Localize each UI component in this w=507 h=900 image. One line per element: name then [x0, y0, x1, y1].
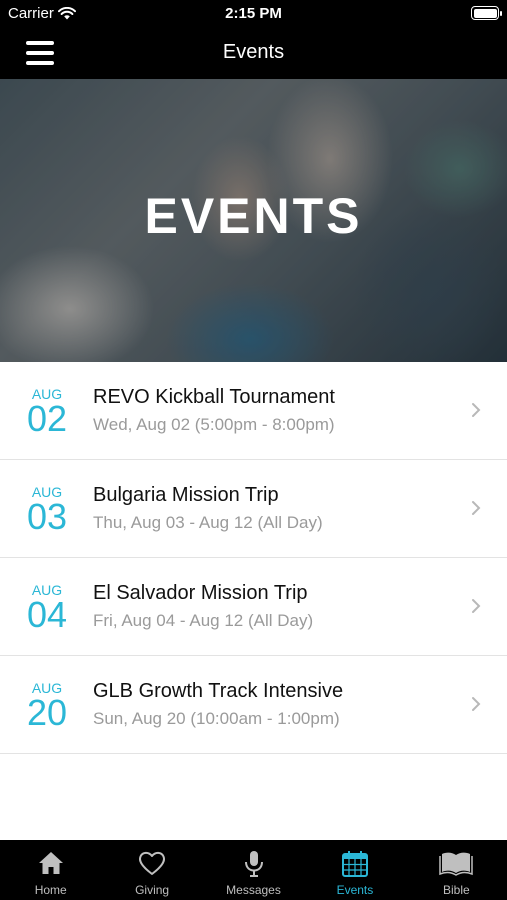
event-time: Fri, Aug 04 - Aug 12 (All Day)	[93, 611, 314, 630]
event-date: AUG 02	[18, 386, 76, 439]
tab-giving[interactable]: Giving	[101, 840, 202, 900]
event-row[interactable]: AUG 02 REVO Kickball Tournament Wed, Aug…	[0, 362, 507, 460]
tab-bible[interactable]: Bible	[406, 840, 507, 900]
events-list: AUG 02 REVO Kickball Tournament Wed, Aug…	[0, 362, 507, 754]
chevron-right-icon	[472, 599, 481, 613]
tab-home[interactable]: Home	[0, 840, 101, 900]
tab-events[interactable]: Events	[304, 840, 405, 900]
chevron-right-icon	[472, 697, 481, 711]
event-name: GLB Growth Track Intensive	[93, 680, 344, 702]
book-icon	[439, 852, 474, 876]
tab-messages[interactable]: Messages	[203, 840, 304, 900]
microphone-icon	[244, 851, 263, 877]
event-row[interactable]: AUG 04 El Salvador Mission Trip Fri, Aug…	[0, 558, 507, 656]
event-day: 03	[26, 496, 68, 537]
chevron-right-icon	[472, 403, 481, 417]
event-day: 02	[26, 398, 68, 439]
event-day: 04	[26, 594, 68, 635]
chevron-right-icon	[472, 501, 481, 515]
event-name: REVO Kickball Tournament	[93, 386, 335, 408]
tab-bar: Home Giving Messages Events Bible	[0, 840, 507, 900]
nav-bar: Events	[0, 28, 507, 79]
event-day: 20	[26, 692, 68, 733]
tab-label: Messages	[226, 883, 281, 897]
event-date: AUG 04	[18, 582, 76, 635]
event-row[interactable]: AUG 03 Bulgaria Mission Trip Thu, Aug 03…	[0, 460, 507, 558]
hero-banner: EVENTS	[0, 79, 507, 362]
tab-label: Giving	[135, 883, 170, 897]
status-bar: Carrier 2:15 PM	[0, 0, 507, 28]
event-name: El Salvador Mission Trip	[93, 582, 308, 604]
event-name: Bulgaria Mission Trip	[93, 484, 279, 506]
tab-label: Home	[34, 883, 67, 897]
heart-icon	[139, 851, 166, 875]
status-time: 2:15 PM	[225, 5, 282, 22]
calendar-icon	[341, 851, 368, 877]
battery-icon	[471, 6, 502, 20]
tab-label: Bible	[442, 883, 470, 897]
page-title: Events	[222, 41, 285, 63]
event-date: AUG 20	[18, 680, 76, 733]
home-icon	[38, 852, 63, 874]
hero-title: EVENTS	[144, 188, 363, 244]
tab-label: Events	[336, 883, 374, 897]
event-time: Thu, Aug 03 - Aug 12 (All Day)	[93, 513, 323, 532]
event-date: AUG 03	[18, 484, 76, 537]
event-time: Sun, Aug 20 (10:00am - 1:00pm)	[93, 709, 340, 728]
event-row[interactable]: AUG 20 GLB Growth Track Intensive Sun, A…	[0, 656, 507, 754]
event-time: Wed, Aug 02 (5:00pm - 8:00pm)	[93, 415, 335, 434]
